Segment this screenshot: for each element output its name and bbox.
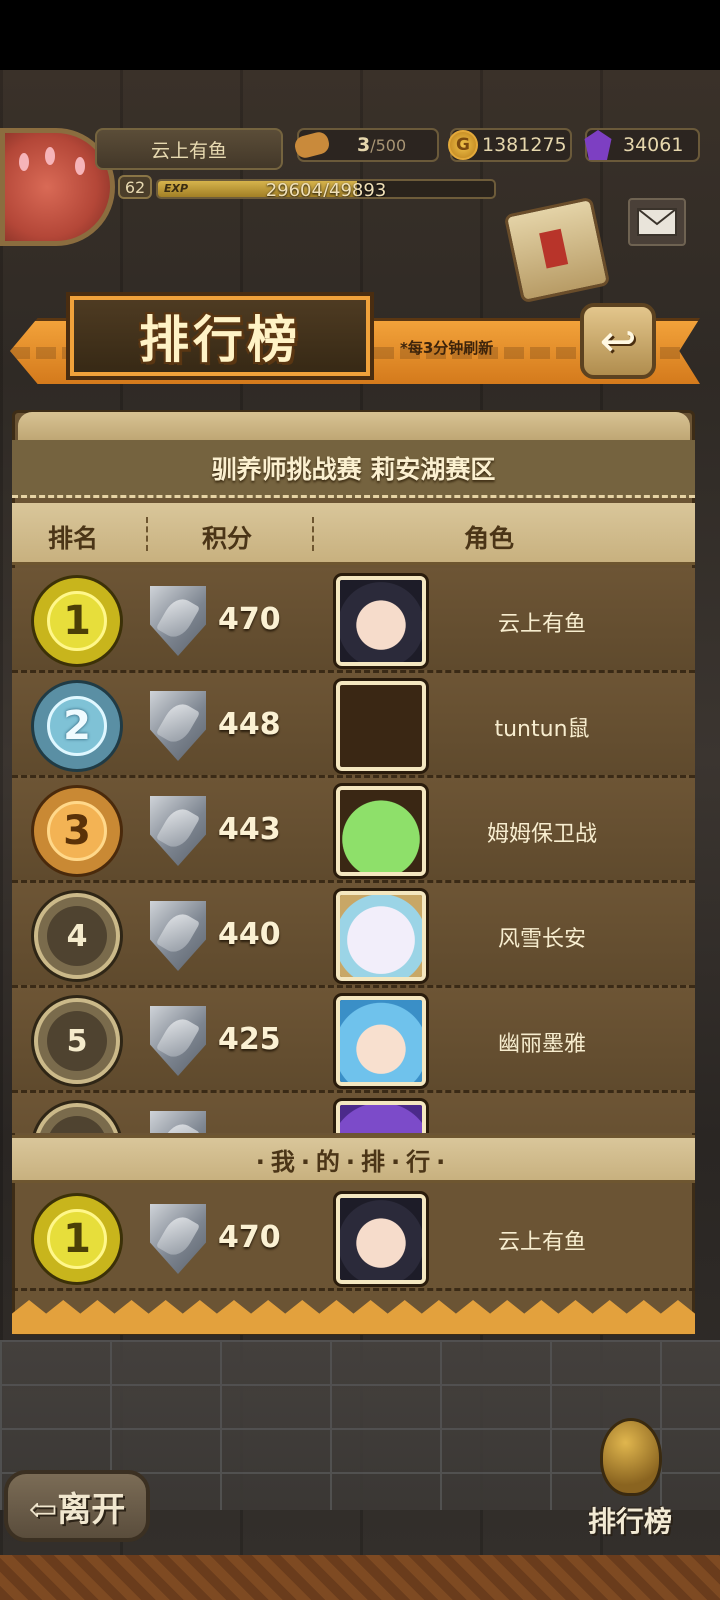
player-portrait[interactable]: [336, 1101, 426, 1133]
leave-button[interactable]: ⇦离开: [4, 1470, 150, 1542]
feather-shield-icon: [150, 586, 206, 656]
player-portrait[interactable]: [336, 681, 426, 771]
ranking-list[interactable]: 1 470 云上有鱼 2 448 tuntun鼠 3 443 姆姆保卫战 4 440 风雪长安 5 425…: [12, 568, 695, 1133]
bread-icon: [292, 129, 332, 161]
score-value: 470: [218, 602, 281, 637]
ranking-row[interactable]: 3 443 姆姆保卫战: [12, 778, 695, 883]
player-name-cell: 云上有鱼: [497, 612, 586, 637]
column-divider: [146, 517, 148, 551]
feather-shield-icon: [150, 901, 206, 971]
player-name-cell: tuntun鼠: [494, 717, 590, 742]
player-portrait[interactable]: [336, 1194, 426, 1284]
rank-number: 1: [47, 1209, 107, 1269]
player-portrait[interactable]: [336, 891, 426, 981]
portrait-face: [340, 790, 422, 872]
feather-shield-icon: [150, 1006, 206, 1076]
score-value: 425: [218, 1022, 281, 1057]
rank-medal-icon: 1: [34, 1196, 120, 1282]
gem-amount: 34061: [623, 134, 684, 156]
rank-medal-icon: 5: [34, 998, 120, 1084]
quest-scroll-icon[interactable]: [503, 196, 611, 304]
stamina-counter[interactable]: 3 /500: [292, 128, 439, 162]
my-rank-row[interactable]: 1 470 云上有鱼: [12, 1186, 695, 1291]
player-portrait[interactable]: [336, 786, 426, 876]
column-header: 排名 积分 角色: [12, 503, 695, 565]
refresh-note: *每3分钟刷新: [400, 339, 494, 357]
player-name-cell: 风雪长安: [497, 927, 586, 952]
competition-subtitle: 驯养师挑战赛 莉安湖赛区: [12, 440, 695, 498]
column-rank: 排名: [48, 524, 99, 553]
gem-counter[interactable]: 34061: [584, 128, 700, 162]
ranking-row[interactable]: 4 440 风雪长安: [12, 883, 695, 988]
player-portrait[interactable]: [336, 996, 426, 1086]
page-title-text: 排行榜: [139, 310, 301, 369]
page-title: 排行榜: [70, 296, 370, 376]
ranking-row[interactable]: 2 448 tuntun鼠: [12, 673, 695, 778]
rank-medal-icon: 2: [34, 683, 120, 769]
portrait-face: [340, 1000, 422, 1082]
stamina-current: 3: [357, 134, 371, 156]
score-value: 470: [218, 1220, 281, 1255]
column-role: 角色: [464, 524, 515, 553]
exp-text: 29604/49893: [265, 180, 387, 199]
gold-counter[interactable]: G 1381275: [448, 128, 572, 162]
portrait-face: [340, 685, 422, 767]
ranking-row[interactable]: 1 470 云上有鱼: [12, 568, 695, 673]
player-name-cell: 幽丽墨雅: [497, 1032, 586, 1057]
stamina-max: /500: [370, 135, 407, 155]
rank-number: 4: [47, 906, 107, 966]
ranking-row[interactable]: 5 425 幽丽墨雅: [12, 988, 695, 1093]
feather-shield-icon: [150, 691, 206, 761]
player-name-cell: 云上有鱼: [497, 1230, 586, 1255]
exp-bar: EXP 29604/49893: [156, 179, 496, 199]
rank-number: [47, 1116, 107, 1133]
return-arrow-icon: ↩: [599, 315, 637, 367]
player-name-cell: 姆姆保卫战: [486, 822, 597, 847]
column-divider: [312, 517, 314, 551]
player-portrait[interactable]: [336, 576, 426, 666]
portrait-face: [340, 895, 422, 977]
rank-number: 1: [47, 591, 107, 651]
rank-number: 2: [47, 696, 107, 756]
portrait-face: [340, 580, 422, 662]
rank-number: 3: [47, 801, 107, 861]
player-name: 云上有鱼: [95, 128, 283, 170]
score-value: 440: [218, 917, 281, 952]
rank-medal-icon: 1: [34, 578, 120, 664]
leaderboard-button-label: 排行榜: [587, 1505, 672, 1538]
rank-number: 5: [47, 1011, 107, 1071]
bottom-border: [0, 1555, 720, 1600]
mail-button[interactable]: [628, 198, 686, 246]
back-button[interactable]: ↩: [580, 303, 656, 379]
level-badge: 62: [118, 175, 152, 199]
score-value: 443: [218, 812, 281, 847]
column-score: 积分: [202, 524, 253, 553]
leaderboard-button[interactable]: 排行榜: [560, 1418, 700, 1543]
rank-medal-icon: 4: [34, 893, 120, 979]
feather-shield-icon: [150, 1111, 206, 1133]
portrait-face: [340, 1105, 422, 1133]
board-paper-edge: [18, 412, 690, 442]
envelope-icon: [637, 208, 677, 236]
rank-medal-icon: [34, 1103, 120, 1133]
rank-medal-icon: 3: [34, 788, 120, 874]
score-value: 448: [218, 707, 281, 742]
gold-coin-icon: G: [448, 130, 478, 160]
egg-trophy-icon: [600, 1418, 662, 1496]
purple-gem-icon: [584, 130, 612, 160]
portrait-face: [340, 1198, 422, 1280]
gold-amount: 1381275: [482, 134, 567, 156]
feather-shield-icon: [150, 796, 206, 866]
my-rank-header: ·我·的·排·行·: [12, 1135, 695, 1183]
ranking-row[interactable]: [12, 1093, 695, 1133]
feather-shield-icon: [150, 1204, 206, 1274]
